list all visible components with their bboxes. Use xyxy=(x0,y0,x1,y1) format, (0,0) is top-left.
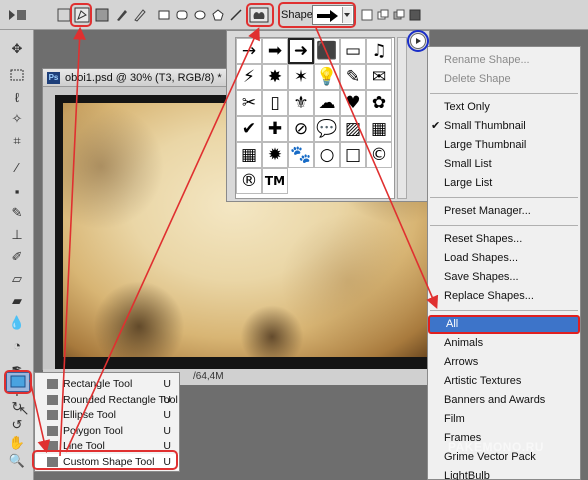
annotation-arrows xyxy=(29,26,439,457)
watermark-text: PAKEMONO.RU xyxy=(448,440,544,454)
